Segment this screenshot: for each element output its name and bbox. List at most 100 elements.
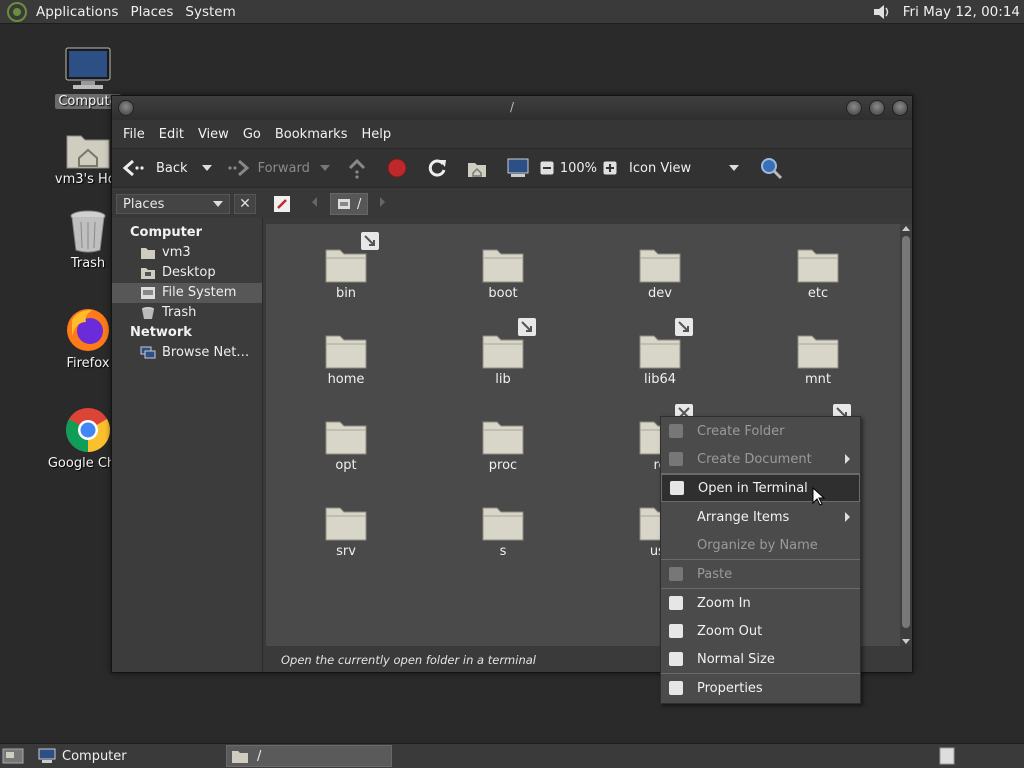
path-button-root[interactable]: / xyxy=(330,193,368,215)
distro-logo-icon[interactable] xyxy=(6,1,28,23)
volume-icon[interactable] xyxy=(871,2,893,22)
sidebar-item-label: File System xyxy=(162,285,237,300)
menu-item-label: Open in Terminal xyxy=(698,480,808,496)
folder-label: opt xyxy=(335,458,357,473)
back-button[interactable]: Back xyxy=(122,158,212,178)
context-menu: Create Folder Create Document Open in Term… xyxy=(660,416,861,704)
system-menu[interactable]: System xyxy=(179,0,241,24)
folder-etc[interactable]: etc xyxy=(763,244,873,301)
folder-dev[interactable]: dev xyxy=(605,244,715,301)
view-mode-select[interactable]: Icon View xyxy=(629,161,740,176)
menu-item-arrange-items[interactable]: Arrange Items xyxy=(661,503,860,531)
sidebar-heading-computer: Computer xyxy=(130,225,203,240)
taskbar-item-root-folder[interactable]: / xyxy=(226,745,392,767)
folder-srv[interactable]: srv xyxy=(291,502,401,559)
maximize-button[interactable] xyxy=(869,100,885,116)
back-history-dropdown[interactable] xyxy=(201,165,212,171)
desktop-folder-icon xyxy=(141,268,155,279)
menu-item-zoom-out[interactable]: Zoom Out xyxy=(661,617,860,645)
folder-opt[interactable]: opt xyxy=(291,416,401,473)
folder-boot[interactable]: boot xyxy=(448,244,558,301)
folder-home[interactable]: home xyxy=(291,330,401,387)
places-menu[interactable]: Places xyxy=(124,0,179,24)
folder-lib64[interactable]: lib64 xyxy=(605,318,715,387)
menu-bookmarks[interactable]: Bookmarks xyxy=(268,127,355,142)
location-bar: Places ✕ / xyxy=(112,190,912,218)
menu-item-create-document: Create Document xyxy=(661,445,860,473)
folder-icon xyxy=(325,335,367,369)
computer-icon[interactable] xyxy=(506,157,530,179)
chevron-down-icon xyxy=(213,201,223,207)
scroll-up-icon[interactable] xyxy=(902,226,910,231)
zoom-in-icon[interactable] xyxy=(603,161,617,175)
show-desktop-icon[interactable] xyxy=(2,747,24,765)
menu-item-properties[interactable]: Properties xyxy=(661,674,860,702)
menu-item-normal-size[interactable]: Normal Size xyxy=(661,645,860,673)
forward-history-dropdown[interactable] xyxy=(319,165,330,171)
menu-item-label: Create Document xyxy=(697,451,812,467)
sidebar-item-browse-network[interactable]: Browse Net… xyxy=(112,343,262,363)
folder-s[interactable]: s xyxy=(448,502,558,559)
menu-item-create-folder: Create Folder xyxy=(661,417,860,445)
menu-help[interactable]: Help xyxy=(354,127,398,142)
folder-icon xyxy=(325,249,367,283)
folder-proc[interactable]: proc xyxy=(448,416,558,473)
close-sidebar-button[interactable]: ✕ xyxy=(234,194,256,214)
reload-icon[interactable] xyxy=(426,157,448,179)
folder-bin[interactable]: bin xyxy=(291,232,401,301)
scroll-down-icon[interactable] xyxy=(902,639,910,644)
folder-label: bin xyxy=(335,286,357,301)
menu-item-zoom-in[interactable]: Zoom In xyxy=(661,589,860,617)
path-scroll-left-icon[interactable] xyxy=(312,197,317,207)
stop-icon[interactable] xyxy=(386,157,408,179)
folder-label: mnt xyxy=(805,372,831,387)
taskbar-item-computer[interactable]: Computer xyxy=(38,745,188,767)
menu-view[interactable]: View xyxy=(191,127,236,142)
home-folder-icon xyxy=(141,248,155,259)
sidebar-item-label: Trash xyxy=(162,305,197,320)
search-icon[interactable] xyxy=(759,156,783,180)
clock[interactable]: Fri May 12, 00:14 xyxy=(903,4,1020,20)
home-icon[interactable] xyxy=(466,157,488,179)
folder-icon xyxy=(482,335,524,369)
folder-icon xyxy=(482,421,524,455)
menu-item-label: Create Folder xyxy=(697,423,785,439)
scrollbar-thumb[interactable] xyxy=(902,236,910,628)
forward-button[interactable]: Forward xyxy=(226,158,330,178)
minimize-button[interactable] xyxy=(846,100,862,116)
folder-label: s xyxy=(499,544,507,559)
submenu-arrow-icon xyxy=(845,454,850,464)
vertical-scrollbar[interactable] xyxy=(900,224,912,646)
sidebar-item-trash[interactable]: Trash xyxy=(112,303,262,323)
menu-file[interactable]: File xyxy=(116,127,152,142)
zoom-out-icon xyxy=(669,624,683,638)
menu-item-label: Zoom In xyxy=(697,595,751,611)
bottom-panel: Computer / xyxy=(0,743,1024,768)
places-selector[interactable]: Places xyxy=(116,194,230,214)
menu-edit[interactable]: Edit xyxy=(152,127,191,142)
sidebar-item-vm3[interactable]: vm3 xyxy=(112,243,262,263)
folder-label: lib64 xyxy=(643,372,677,387)
drive-icon xyxy=(141,287,155,299)
zoom-out-icon[interactable] xyxy=(540,161,554,175)
edit-location-icon[interactable] xyxy=(273,195,291,213)
folder-lib[interactable]: lib xyxy=(448,318,558,387)
menu-go[interactable]: Go xyxy=(236,127,268,142)
up-icon[interactable] xyxy=(346,157,368,179)
folder-new-icon xyxy=(669,424,683,438)
menu-item-spacer xyxy=(669,538,683,552)
close-button[interactable] xyxy=(892,100,908,116)
applications-menu[interactable]: Applications xyxy=(30,0,124,24)
folder-label: srv xyxy=(336,544,356,559)
path-scroll-right-icon[interactable] xyxy=(380,197,385,207)
forward-label: Forward xyxy=(257,160,310,176)
sidebar-item-desktop[interactable]: Desktop xyxy=(112,263,262,283)
sidebar-item-file-system[interactable]: File System xyxy=(112,283,262,303)
folder-mnt[interactable]: mnt xyxy=(763,330,873,387)
window-titlebar[interactable]: / xyxy=(112,96,912,120)
menu-separator xyxy=(661,588,860,589)
menu-item-label: Paste xyxy=(697,566,733,582)
folder-icon xyxy=(325,507,367,541)
menu-item-open-in-terminal[interactable]: Open in Terminal xyxy=(661,474,860,502)
trash-applet-icon[interactable] xyxy=(938,746,956,766)
